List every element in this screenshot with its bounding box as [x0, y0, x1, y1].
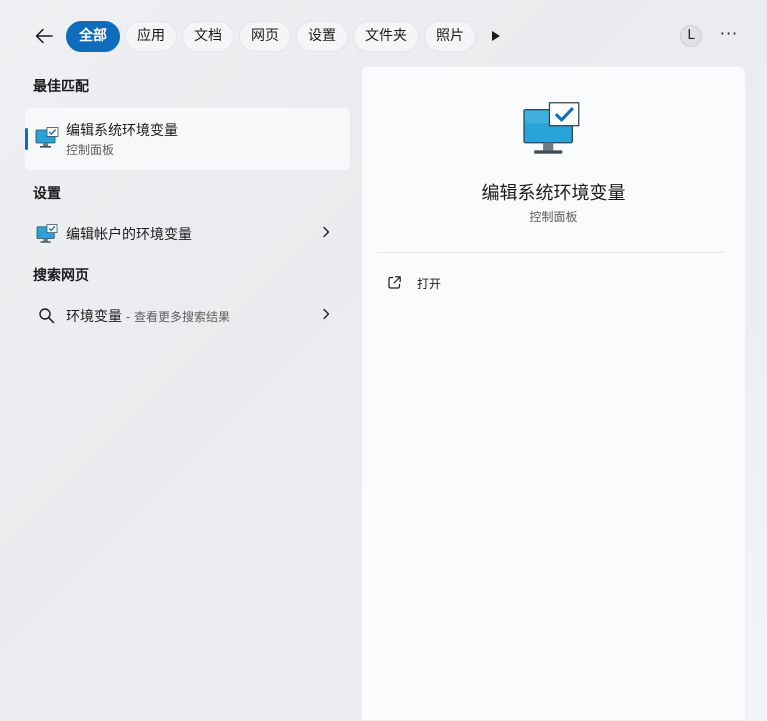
system-properties-icon: [35, 127, 59, 148]
selection-indicator: [25, 128, 28, 150]
search-icon: [39, 308, 55, 324]
system-properties-icon: [36, 224, 58, 243]
open-external-icon: [388, 276, 401, 289]
chevron-right-icon: [323, 308, 330, 320]
result-subtitle: 控制面板: [66, 143, 115, 157]
best-match-heading: 最佳匹配: [33, 79, 89, 95]
web-search-hint: - 查看更多搜索结果: [122, 310, 230, 324]
chevron-right-icon: [323, 226, 330, 238]
back-arrow-icon: [35, 28, 53, 44]
user-avatar[interactable]: L: [680, 25, 702, 47]
tab-folders[interactable]: 文件夹: [353, 21, 419, 52]
tab-settings[interactable]: 设置: [296, 21, 348, 52]
more-filters-button[interactable]: [484, 22, 508, 50]
best-match-result[interactable]: 编辑系统环境变量 控制面板: [25, 108, 350, 170]
back-button[interactable]: [30, 22, 58, 50]
settings-result-item[interactable]: 编辑帐户的环境变量: [25, 214, 350, 252]
detail-title: 编辑系统环境变量: [481, 183, 626, 204]
detail-subtitle: 控制面板: [529, 210, 578, 224]
tab-web[interactable]: 网页: [239, 21, 291, 52]
play-icon: [492, 31, 500, 41]
open-action[interactable]: 打开: [377, 268, 724, 298]
search-filter-bar: 全部 应用 文档 网页 设置 文件夹 照片 L ···: [0, 0, 767, 72]
web-search-result-item[interactable]: 环境变量 - 查看更多搜索结果: [25, 296, 350, 334]
search-web-heading: 搜索网页: [33, 268, 89, 284]
detail-divider: [377, 252, 724, 253]
more-options-button[interactable]: ···: [716, 22, 742, 50]
open-action-label: 打开: [417, 277, 442, 291]
settings-heading: 设置: [33, 186, 61, 202]
result-detail-panel: 编辑系统环境变量 控制面板 打开: [361, 66, 746, 721]
web-search-query: 环境变量: [66, 309, 122, 325]
result-title: 编辑系统环境变量: [66, 123, 178, 139]
tab-all[interactable]: 全部: [66, 21, 120, 52]
web-search-label: 环境变量 - 查看更多搜索结果: [66, 306, 230, 326]
system-properties-large-icon: [523, 102, 580, 154]
filter-tabs: 全部 应用 文档 网页 设置 文件夹 照片: [66, 21, 476, 52]
tab-documents[interactable]: 文档: [182, 21, 234, 52]
tab-apps[interactable]: 应用: [125, 21, 177, 52]
settings-item-label: 编辑帐户的环境变量: [66, 227, 192, 243]
tab-photos[interactable]: 照片: [424, 21, 476, 52]
